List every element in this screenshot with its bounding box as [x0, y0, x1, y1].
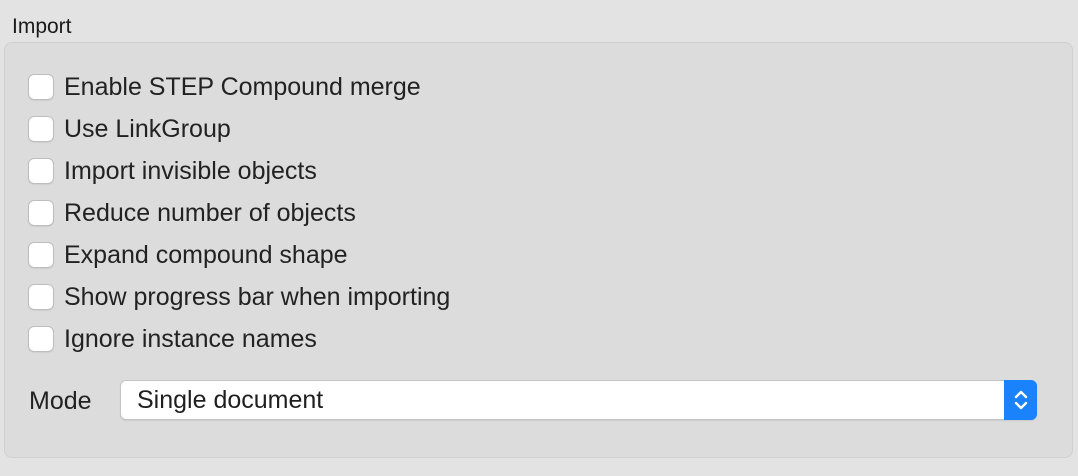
checkbox[interactable]	[28, 74, 54, 100]
section-title: Import	[12, 15, 72, 38]
option-label: Use LinkGroup	[64, 115, 231, 143]
import-options-group: Enable STEP Compound merge Use LinkGroup…	[4, 42, 1073, 458]
option-import-invisible-objects[interactable]: Import invisible objects	[28, 156, 317, 186]
checkbox[interactable]	[28, 326, 54, 352]
up-down-chevrons-icon[interactable]	[1004, 380, 1037, 420]
option-label: Reduce number of objects	[64, 199, 356, 227]
option-use-linkgroup[interactable]: Use LinkGroup	[28, 114, 231, 144]
up-down-chevrons-icon-glyph	[1014, 390, 1027, 410]
option-label: Import invisible objects	[64, 157, 317, 185]
checkbox[interactable]	[28, 200, 54, 226]
mode-label: Mode	[29, 387, 92, 415]
option-label: Enable STEP Compound merge	[64, 73, 421, 101]
checkbox[interactable]	[28, 284, 54, 310]
option-label: Expand compound shape	[64, 241, 348, 269]
option-reduce-number-of-objects[interactable]: Reduce number of objects	[28, 198, 356, 228]
option-label: Ignore instance names	[64, 325, 317, 353]
checkbox[interactable]	[28, 116, 54, 142]
option-enable-step-compound-merge[interactable]: Enable STEP Compound merge	[28, 72, 421, 102]
option-show-progress-bar[interactable]: Show progress bar when importing	[28, 282, 450, 312]
option-expand-compound-shape[interactable]: Expand compound shape	[28, 240, 348, 270]
checkbox[interactable]	[28, 242, 54, 268]
option-ignore-instance-names[interactable]: Ignore instance names	[28, 324, 317, 354]
checkbox[interactable]	[28, 158, 54, 184]
mode-select[interactable]: Single document	[120, 380, 1037, 420]
mode-select-value: Single document	[137, 386, 324, 414]
option-label: Show progress bar when importing	[64, 283, 451, 311]
